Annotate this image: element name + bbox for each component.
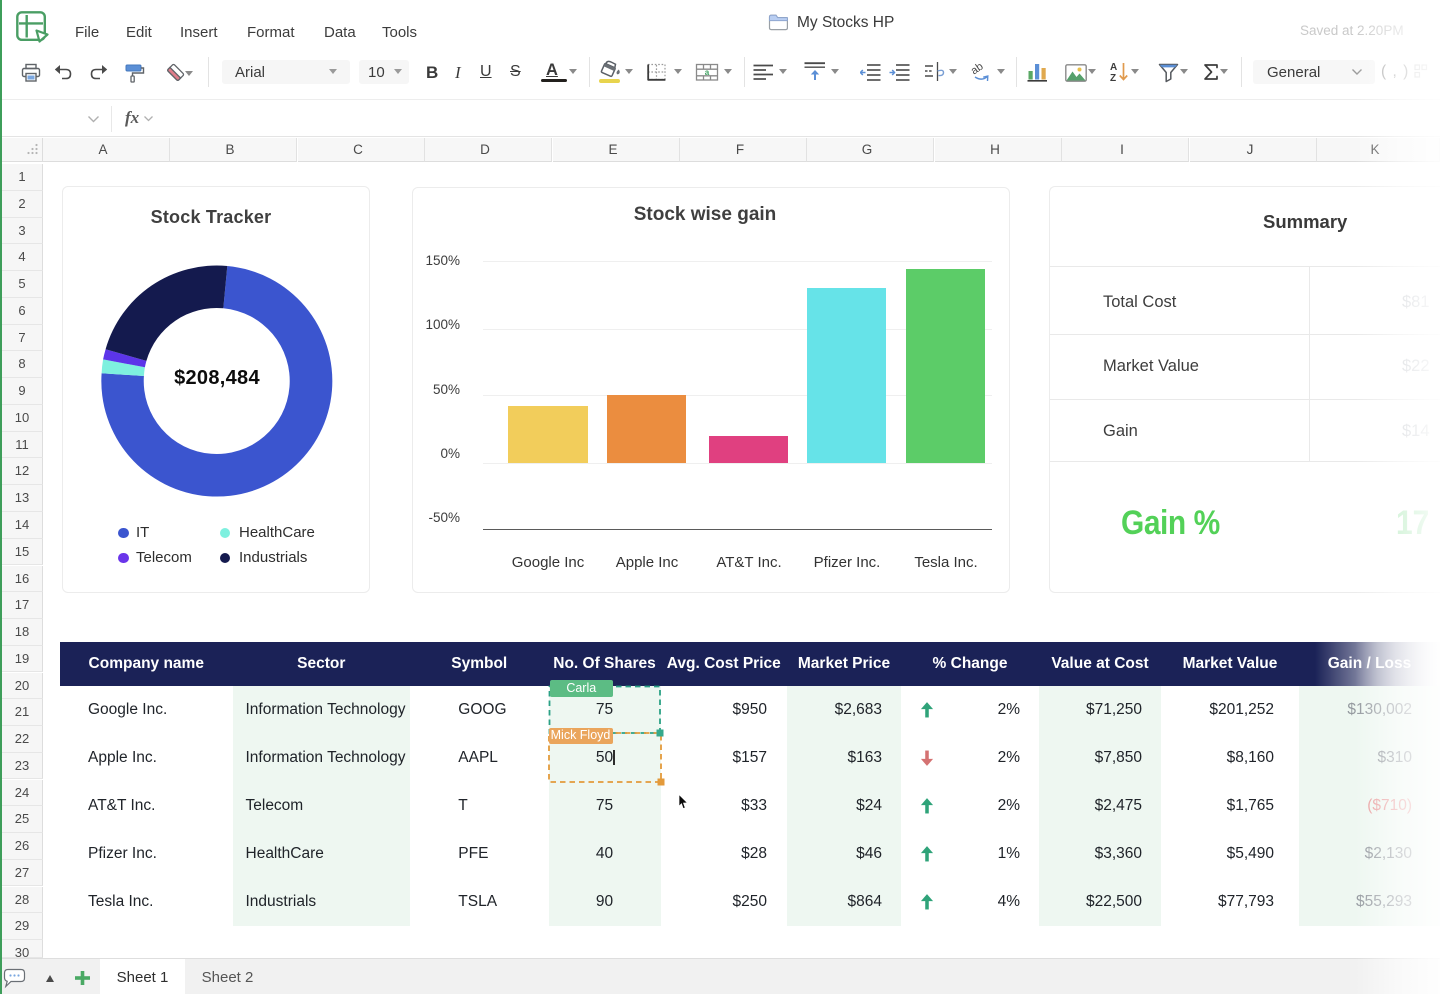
svg-text:ab: ab <box>970 61 986 77</box>
svg-text:a: a <box>705 68 710 77</box>
svg-text:A: A <box>1110 62 1117 73</box>
svg-text:Z: Z <box>1110 73 1116 83</box>
